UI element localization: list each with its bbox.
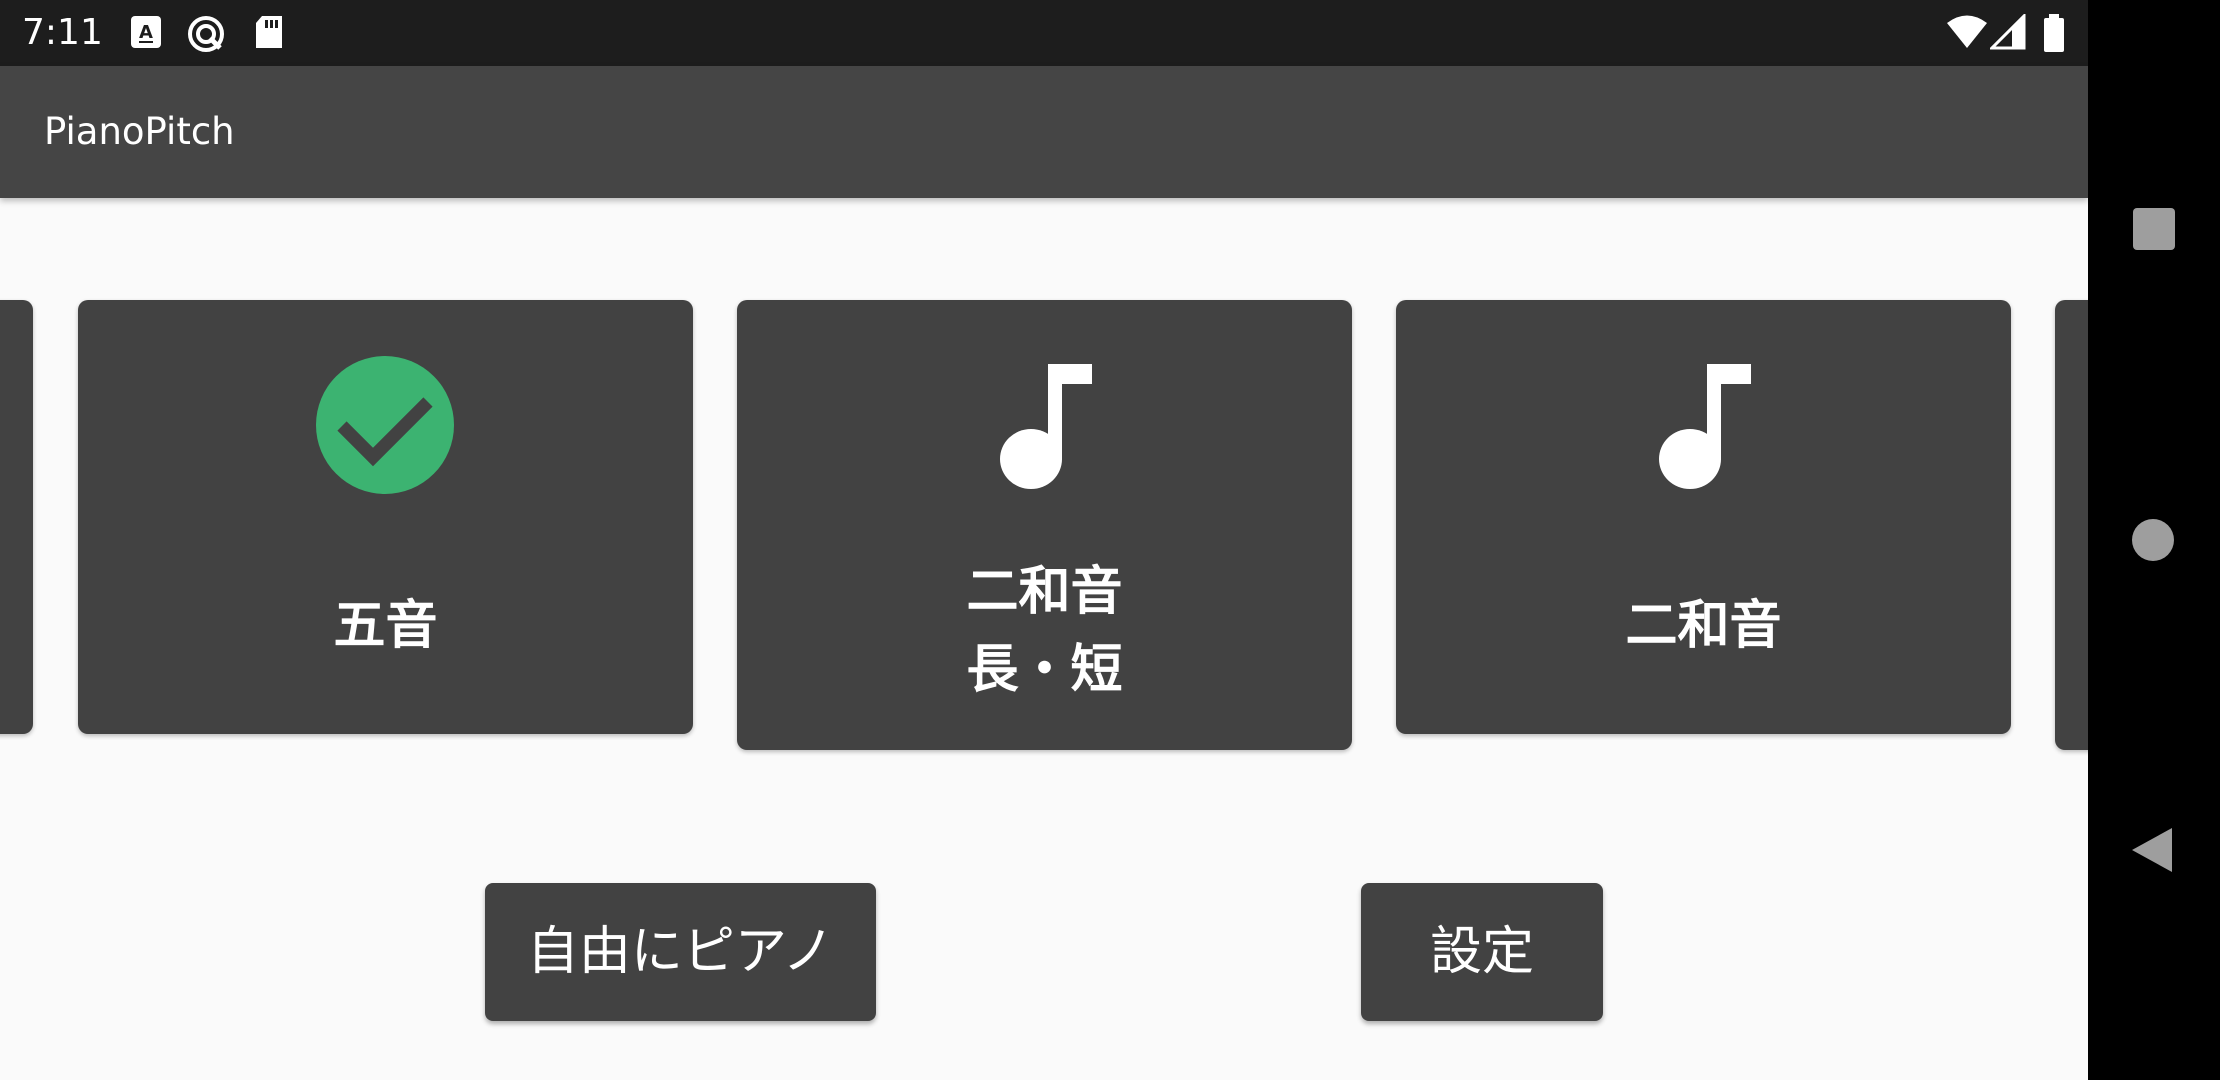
music-note-icon bbox=[1659, 364, 1751, 489]
navigation-bar bbox=[2088, 0, 2220, 1080]
check-circle-icon bbox=[316, 356, 454, 494]
settings-button[interactable]: 設定 bbox=[1361, 883, 1603, 1021]
app-bar: PianoPitch bbox=[0, 66, 2088, 198]
card-label: 二和音 bbox=[1625, 596, 1782, 656]
status-bar: 7:11 A bbox=[0, 0, 2088, 66]
svg-text:A: A bbox=[139, 22, 153, 43]
mode-card-partial-left[interactable] bbox=[0, 300, 33, 734]
main-content: 五音 二和音 長・短 二和音 自由にピアノ 設定 bbox=[0, 198, 2088, 1080]
back-triangle-icon[interactable] bbox=[2130, 826, 2174, 874]
card-label-line2: 長・短 bbox=[966, 640, 1123, 700]
screen: 7:11 A PianoPitch 五音 二和音 長・短 二和音 自由にピアノ … bbox=[0, 0, 2220, 1080]
card-label: 五音 bbox=[333, 596, 438, 656]
card-label-line1: 二和音 bbox=[966, 562, 1123, 622]
battery-icon bbox=[2044, 14, 2064, 52]
status-time: 7:11 bbox=[22, 12, 103, 53]
mode-card-partial-right[interactable] bbox=[2055, 300, 2088, 750]
cell-signal-icon bbox=[1990, 14, 2026, 50]
home-circle-icon[interactable] bbox=[2131, 518, 2175, 562]
mode-card-five-notes[interactable]: 五音 bbox=[78, 300, 693, 734]
recents-square-icon[interactable] bbox=[2133, 208, 2175, 250]
sync-badge-icon bbox=[188, 16, 224, 52]
music-note-icon bbox=[1000, 364, 1092, 489]
keyboard-a-icon: A bbox=[131, 16, 161, 48]
wifi-icon bbox=[1947, 15, 1987, 48]
sd-card-icon bbox=[256, 16, 282, 48]
mode-card-two-chords[interactable]: 二和音 bbox=[1396, 300, 2011, 734]
mode-card-two-chords-major-minor[interactable]: 二和音 長・短 bbox=[737, 300, 1352, 750]
app-title: PianoPitch bbox=[44, 110, 235, 153]
free-piano-button[interactable]: 自由にピアノ bbox=[485, 883, 876, 1021]
